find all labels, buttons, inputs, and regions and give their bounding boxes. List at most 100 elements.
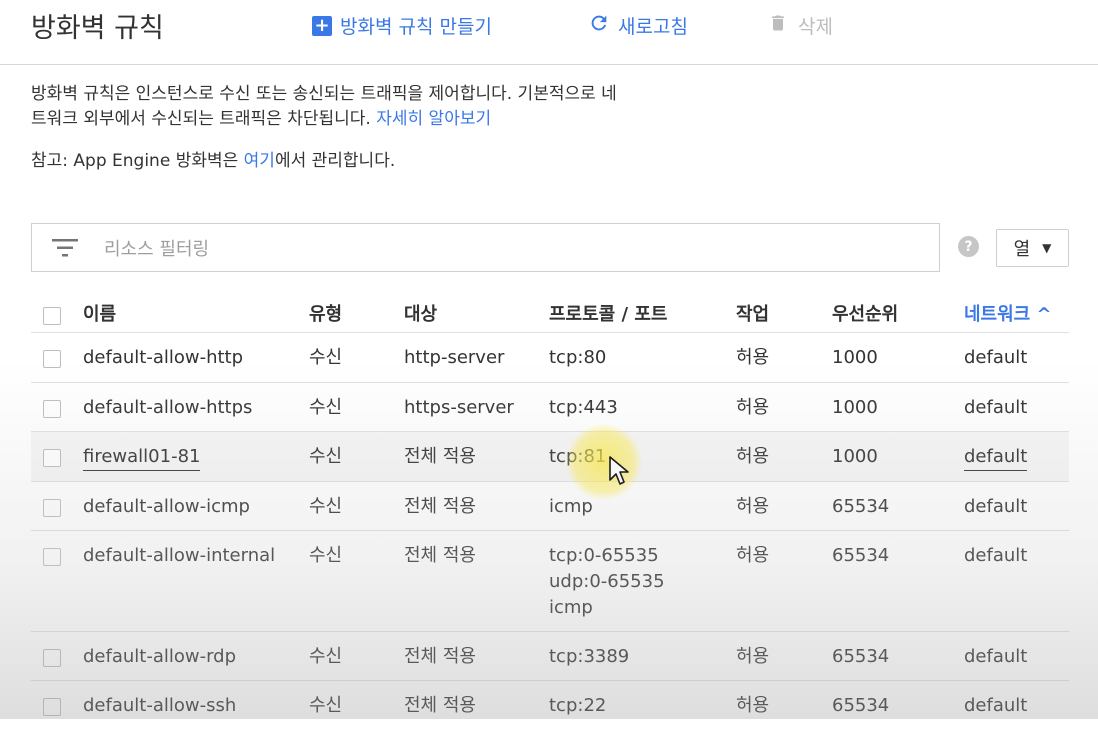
create-firewall-rule-button[interactable]: + 방화벽 규칙 만들기: [312, 12, 492, 39]
rule-network-link[interactable]: default: [964, 345, 1027, 371]
table-row: default-allow-ssh 수신 전체 적용 tcp:22 허용 655…: [31, 681, 1069, 729]
row-checkbox[interactable]: [43, 449, 61, 467]
note-suffix: 에서 관리합니다.: [274, 151, 396, 171]
rule-target: 전체 적용: [404, 446, 476, 467]
rule-protocol: tcp:80: [549, 347, 607, 368]
row-checkbox[interactable]: [43, 649, 61, 667]
rule-network-link[interactable]: default: [964, 494, 1027, 520]
delete-label: 삭제: [798, 16, 833, 38]
table-row: default-allow-https 수신 https-server tcp:…: [31, 383, 1069, 432]
rule-protocol: tcp:0-65535 udp:0-65535 icmp: [549, 545, 665, 618]
rule-action: 허용: [736, 397, 770, 418]
rule-protocol: tcp:22: [549, 695, 607, 716]
create-firewall-rule-label: 방화벽 규칙 만들기: [340, 16, 492, 38]
rule-type: 수신: [309, 646, 343, 667]
description-line-2-text: 트워크 외부에서 수신되는 트래픽은 차단됩니다.: [31, 109, 371, 129]
rule-type: 수신: [309, 545, 343, 566]
resource-filter[interactable]: [31, 223, 940, 272]
rule-protocol: tcp:3389: [549, 646, 630, 667]
rule-action: 허용: [736, 695, 770, 716]
row-checkbox[interactable]: [43, 698, 61, 716]
header-protocol[interactable]: 프로토콜 / 포트: [549, 302, 667, 328]
table-row: default-allow-rdp 수신 전체 적용 tcp:3389 허용 6…: [31, 632, 1069, 681]
filter-icon: [52, 239, 78, 261]
table-header-row: 이름 유형 대상 프로토콜 / 포트 작업 우선순위 네트워크 ^: [31, 290, 1069, 333]
rule-priority: 65534: [832, 695, 890, 716]
rule-network-link[interactable]: default: [964, 543, 1027, 569]
rule-priority: 1000: [832, 397, 878, 418]
rule-type: 수신: [309, 446, 343, 467]
app-engine-note: 참고: App Engine 방화벽은 여기에서 관리합니다.: [31, 146, 395, 171]
table-row: firewall01-81 수신 전체 적용 tcp:81 허용 1000 de…: [31, 432, 1069, 482]
rule-priority: 65534: [832, 646, 890, 667]
rule-network-link[interactable]: default: [964, 395, 1027, 421]
refresh-button[interactable]: 새로고침: [588, 12, 688, 39]
rule-priority: 1000: [832, 446, 878, 467]
rule-protocol: tcp:81: [549, 446, 607, 467]
rule-action: 허용: [736, 446, 770, 467]
rule-type: 수신: [309, 397, 343, 418]
select-all-checkbox[interactable]: [43, 307, 61, 325]
rule-network-link[interactable]: default: [964, 644, 1027, 670]
rule-protocol: icmp: [549, 496, 593, 517]
rule-priority: 65534: [832, 496, 890, 517]
header-action[interactable]: 작업: [736, 302, 769, 328]
refresh-icon: [588, 12, 610, 39]
delete-button[interactable]: 삭제: [768, 12, 833, 39]
row-checkbox[interactable]: [43, 400, 61, 418]
rule-name-link[interactable]: default-allow-icmp: [83, 494, 250, 520]
rule-action: 허용: [736, 646, 770, 667]
plus-icon: +: [312, 15, 332, 36]
header-priority[interactable]: 우선순위: [832, 302, 898, 328]
description-line-2: 트워크 외부에서 수신되는 트래픽은 차단됩니다. 자세히 알아보기: [31, 107, 791, 132]
rule-type: 수신: [309, 496, 343, 517]
rule-name-link[interactable]: firewall01-81: [83, 444, 201, 471]
rule-target: 전체 적용: [404, 695, 476, 716]
trash-icon: [768, 12, 788, 39]
rule-target: http-server: [404, 347, 505, 368]
rule-target: 전체 적용: [404, 545, 476, 566]
rule-network-link[interactable]: default: [964, 444, 1028, 471]
rule-protocol: tcp:443: [549, 397, 618, 418]
rule-action: 허용: [736, 545, 770, 566]
table-row: default-allow-http 수신 http-server tcp:80…: [31, 333, 1069, 383]
row-checkbox[interactable]: [43, 548, 61, 566]
header-name[interactable]: 이름: [83, 302, 116, 328]
rule-name-link[interactable]: default-allow-internal: [83, 543, 275, 569]
help-icon[interactable]: ?: [958, 236, 979, 257]
columns-label: 열: [1013, 239, 1031, 260]
rule-type: 수신: [309, 695, 343, 716]
here-link[interactable]: 여기: [244, 151, 275, 171]
rule-action: 허용: [736, 347, 770, 368]
note-prefix: 참고: App Engine 방화벽은: [31, 151, 244, 171]
filter-input[interactable]: [102, 234, 906, 264]
header-target[interactable]: 대상: [404, 302, 437, 328]
columns-button[interactable]: 열 ▼: [996, 229, 1069, 267]
rule-name-link[interactable]: default-allow-rdp: [83, 644, 236, 670]
table-row: default-allow-internal 수신 전체 적용 tcp:0-65…: [31, 531, 1069, 632]
firewall-rules-table: 이름 유형 대상 프로토콜 / 포트 작업 우선순위 네트워크 ^ defaul…: [31, 290, 1069, 729]
row-checkbox[interactable]: [43, 499, 61, 517]
refresh-label: 새로고침: [618, 16, 688, 38]
table-row: default-allow-icmp 수신 전체 적용 icmp 허용 6553…: [31, 482, 1069, 531]
learn-more-link[interactable]: 자세히 알아보기: [376, 109, 491, 129]
caret-down-icon: ▼: [1042, 241, 1052, 255]
rule-priority: 1000: [832, 347, 878, 368]
page-header: 방화벽 규칙 + 방화벽 규칙 만들기 새로고침 삭제: [0, 0, 1098, 65]
page-title: 방화벽 규칙: [31, 13, 164, 44]
header-network[interactable]: 네트워크 ^: [964, 302, 1052, 328]
rule-target: https-server: [404, 397, 514, 418]
description: 방화벽 규칙은 인스턴스로 수신 또는 송신되는 트래픽을 제어합니다. 기본적…: [31, 82, 791, 132]
row-checkbox[interactable]: [43, 350, 61, 368]
header-type[interactable]: 유형: [309, 302, 342, 328]
rule-name-link[interactable]: default-allow-ssh: [83, 693, 236, 719]
rule-network-link[interactable]: default: [964, 693, 1027, 719]
rule-action: 허용: [736, 496, 770, 517]
rule-name-link[interactable]: default-allow-http: [83, 345, 243, 371]
rule-target: 전체 적용: [404, 646, 476, 667]
rule-priority: 65534: [832, 545, 890, 566]
rule-type: 수신: [309, 347, 343, 368]
rule-name-link[interactable]: default-allow-https: [83, 395, 252, 421]
rule-target: 전체 적용: [404, 496, 476, 517]
description-line-1: 방화벽 규칙은 인스턴스로 수신 또는 송신되는 트래픽을 제어합니다. 기본적…: [31, 84, 617, 104]
